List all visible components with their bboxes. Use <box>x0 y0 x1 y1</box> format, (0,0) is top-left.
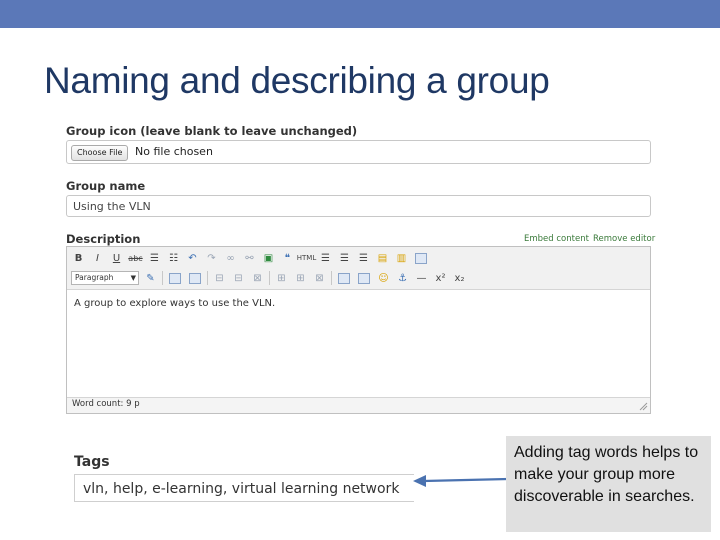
tags-label: Tags <box>74 454 110 470</box>
emoticon-icon[interactable]: ☺ <box>376 271 391 286</box>
unlink-icon[interactable]: ⚯ <box>242 251 257 266</box>
callout-text: Adding tag words helps to make your grou… <box>514 444 699 505</box>
paste-word-icon[interactable]: ▥ <box>394 251 409 266</box>
undo-icon[interactable]: ↶ <box>185 251 200 266</box>
description-editor[interactable]: B I U abc ☰ ☷ ↶ ↷ ∞ ⚯ ▣ ❝ HTML ☰ ☰ ☰ ▤ ▥… <box>66 246 651 414</box>
tags-value: vln, help, e-learning, virtual learning … <box>83 481 400 497</box>
chevron-down-icon: ▼ <box>130 274 136 282</box>
remove-editor-link[interactable]: Remove editor <box>593 234 655 244</box>
subscript-icon[interactable]: x₂ <box>452 271 467 286</box>
callout-arrow-icon <box>413 475 509 487</box>
col-before-icon[interactable]: ⊞ <box>274 271 289 286</box>
blockquote-icon[interactable]: ❝ <box>280 251 295 266</box>
split-cells-icon[interactable] <box>338 272 350 284</box>
table-props-icon[interactable] <box>189 272 201 284</box>
editor-toolbar: B I U abc ☰ ☷ ↶ ↷ ∞ ⚯ ▣ ❝ HTML ☰ ☰ ☰ ▤ ▥… <box>67 247 650 290</box>
file-status-text: No file chosen <box>135 145 213 158</box>
strikethrough-icon[interactable]: abc <box>128 251 143 266</box>
align-left-icon[interactable]: ☰ <box>318 251 333 266</box>
tags-input[interactable]: vln, help, e-learning, virtual learning … <box>74 474 414 502</box>
align-right-icon[interactable]: ☰ <box>356 251 371 266</box>
col-after-icon[interactable]: ⊞ <box>293 271 308 286</box>
bold-icon[interactable]: B <box>71 251 86 266</box>
editor-statusbar: Word count: 9 p <box>67 397 650 413</box>
edit-icon[interactable]: ✎ <box>143 271 158 286</box>
superscript-icon[interactable]: x² <box>433 271 448 286</box>
format-select[interactable]: Paragraph ▼ <box>71 271 139 285</box>
row-after-icon[interactable]: ⊟ <box>231 271 246 286</box>
underline-icon[interactable]: U <box>109 251 124 266</box>
choose-file-button[interactable]: Choose File <box>71 145 129 161</box>
group-icon-label: Group icon (leave blank to leave unchang… <box>66 124 358 138</box>
embed-content-link[interactable]: Embed content <box>524 234 589 244</box>
description-label: Description <box>66 232 141 246</box>
fullscreen-icon[interactable] <box>415 252 427 264</box>
group-name-label: Group name <box>66 179 146 193</box>
html-icon[interactable]: HTML <box>297 251 316 266</box>
image-icon[interactable]: ▣ <box>261 251 276 266</box>
align-center-icon[interactable]: ☰ <box>337 251 352 266</box>
italic-icon[interactable]: I <box>90 251 105 266</box>
table-icon[interactable] <box>169 272 181 284</box>
word-count: Word count: 9 p <box>72 399 140 409</box>
row-before-icon[interactable]: ⊟ <box>212 271 227 286</box>
group-icon-field: Choose File No file chosen <box>66 140 651 164</box>
slide-accent-bar <box>0 0 720 28</box>
merge-cells-icon[interactable] <box>358 272 370 284</box>
link-icon[interactable]: ∞ <box>223 251 238 266</box>
slide-title: Naming and describing a group <box>44 60 550 101</box>
description-text[interactable]: A group to explore ways to use the VLN. <box>74 298 275 309</box>
group-name-input[interactable]: Using the VLN <box>66 195 651 217</box>
numbered-list-icon[interactable]: ☷ <box>166 251 181 266</box>
toolbar-row-1: B I U abc ☰ ☷ ↶ ↷ ∞ ⚯ ▣ ❝ HTML ☰ ☰ ☰ ▤ ▥ <box>71 249 429 267</box>
paste-icon[interactable]: ▤ <box>375 251 390 266</box>
toolbar-row-2: Paragraph ▼ ✎ ⊟ ⊟ ⊠ ⊞ ⊞ ⊠ ☺ ⚓ — x² x₂ <box>71 269 467 287</box>
toolbar-separator <box>162 271 163 285</box>
callout-box: Adding tag words helps to make your grou… <box>506 436 711 532</box>
toolbar-separator <box>331 271 332 285</box>
horizontal-rule-icon[interactable]: — <box>414 271 429 286</box>
delete-row-icon[interactable]: ⊠ <box>250 271 265 286</box>
group-name-value: Using the VLN <box>73 200 151 213</box>
anchor-icon[interactable]: ⚓ <box>395 271 410 286</box>
toolbar-separator <box>207 271 208 285</box>
resize-handle-icon[interactable] <box>639 402 648 411</box>
redo-icon[interactable]: ↷ <box>204 251 219 266</box>
toolbar-separator <box>269 271 270 285</box>
bullet-list-icon[interactable]: ☰ <box>147 251 162 266</box>
format-select-value: Paragraph <box>75 273 114 282</box>
delete-col-icon[interactable]: ⊠ <box>312 271 327 286</box>
